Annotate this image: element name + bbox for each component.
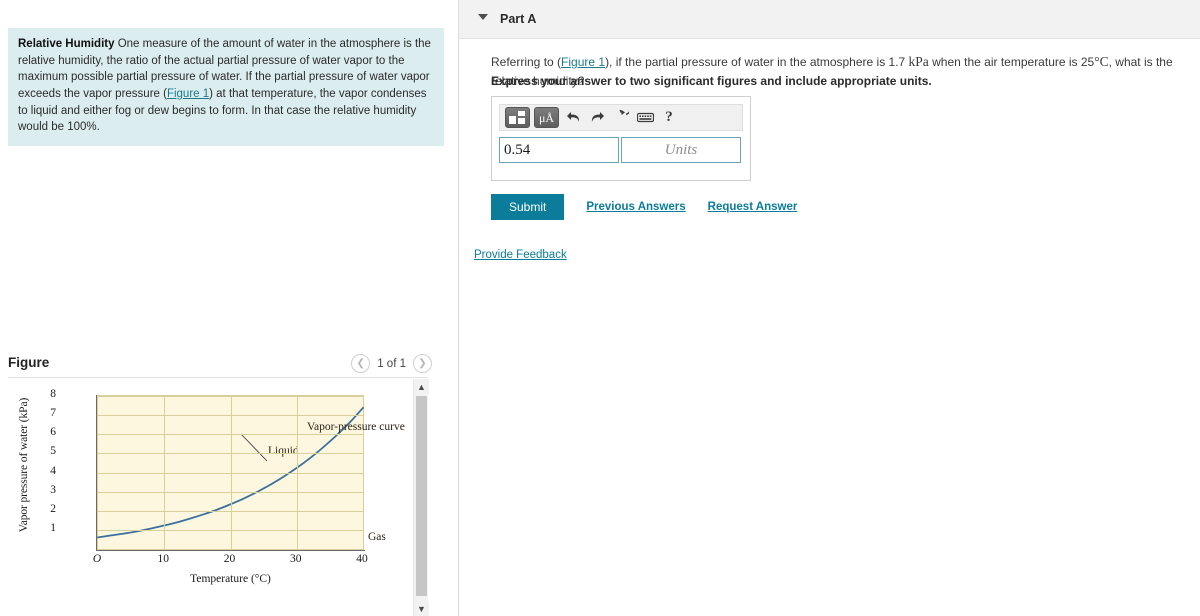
chart-x-tick-label: 40 [356, 553, 368, 565]
request-answer-link[interactable]: Request Answer [708, 201, 798, 213]
template-layout-icon[interactable] [505, 107, 530, 128]
figure-pager: ❮ 1 of 1 ❯ [351, 354, 432, 373]
intro-info-box: Relative Humidity One measure of the amo… [8, 28, 444, 147]
reset-circular-arrow-icon[interactable] [611, 107, 631, 128]
intro-term: Relative Humidity [18, 38, 115, 50]
chart-y-axis-line [96, 395, 97, 551]
scroll-down-icon[interactable]: ▼ [414, 601, 429, 616]
page-root: Relative Humidity One measure of the amo… [0, 0, 1200, 616]
chart-gridline-vertical [164, 396, 166, 549]
question-unit-celsius: °C [1094, 54, 1109, 69]
chart-y-tick-label: 2 [50, 502, 56, 515]
answer-widget: μÅ ? 0.54 Units [491, 96, 751, 181]
answer-units-input[interactable]: Units [621, 137, 741, 163]
left-pane: Relative Humidity One measure of the amo… [0, 0, 458, 616]
redo-arrow-icon[interactable] [587, 107, 607, 128]
answer-instruction: Express your answer to two significant f… [491, 74, 932, 88]
figure-panel-title: Figure [8, 355, 50, 370]
chart-plot-area: Liquid Gas Vapor-pressure curve [97, 395, 405, 550]
scroll-up-icon[interactable]: ▲ [414, 379, 429, 394]
figure-next-button[interactable]: ❯ [413, 354, 432, 373]
chart-y-tick-label: 5 [50, 445, 56, 458]
chart-y-tick-label: 7 [50, 407, 56, 420]
chart-gridline-vertical [296, 396, 298, 549]
chart-gridline-vertical [230, 396, 232, 549]
figure-counter: 1 of 1 [377, 357, 406, 370]
question-mark-icon[interactable]: ? [659, 107, 679, 128]
triangle-down-icon[interactable] [478, 14, 488, 20]
question-pre: Referring to ( [491, 55, 562, 69]
chart-y-tick-label: 3 [50, 483, 56, 496]
part-a-header[interactable]: Part A [459, 0, 1200, 39]
chart-x-tick-label: O [92, 553, 102, 565]
answer-value-input[interactable]: 0.54 [499, 137, 619, 163]
question-mid: ), if the partial pressure of water in t… [605, 55, 909, 69]
scrollbar-thumb[interactable] [416, 396, 427, 596]
chart-y-tick-label: 4 [50, 464, 56, 477]
action-row: Submit Previous Answers Request Answer [491, 194, 797, 220]
provide-feedback-link[interactable]: Provide Feedback [474, 249, 567, 261]
chart-annotation-curve-label: Vapor-pressure curve [307, 421, 405, 433]
figure-canvas: Vapor pressure of water (kPa) Liquid Gas… [0, 379, 424, 616]
submit-button[interactable]: Submit [491, 194, 565, 220]
answer-toolbar: μÅ ? [499, 104, 743, 131]
chart-x-tick-label: 10 [157, 553, 170, 565]
right-pane: Part A Referring to (Figure 1), if the p… [459, 0, 1200, 616]
chart-x-axis-line [96, 550, 365, 551]
chart-x-tick-label: 30 [290, 553, 302, 565]
keyboard-icon[interactable] [635, 107, 655, 128]
chart-y-tick-label: 1 [50, 521, 56, 534]
answer-field-row: 0.54 Units [499, 137, 741, 163]
chart-y-tick-label: 8 [50, 388, 56, 400]
vapor-pressure-chart: Vapor pressure of water (kPa) Liquid Gas… [0, 381, 420, 613]
chart-x-axis-label: Temperature (°C) [190, 573, 271, 585]
figure-1-link-question[interactable]: Figure 1 [561, 55, 605, 69]
figure-body: Vapor pressure of water (kPa) Liquid Gas… [0, 379, 440, 616]
part-title: Part A [500, 12, 537, 26]
figure-divider [8, 377, 428, 378]
figure-header: Figure ❮ 1 of 1 ❯ [8, 354, 444, 376]
question-unit-kpa: kPa [908, 54, 929, 69]
chart-y-tick-label: 6 [50, 426, 56, 439]
question-mid-2: when the air temperature is 25 [928, 55, 1095, 69]
chart-x-tick-label: 20 [223, 553, 236, 565]
previous-answers-link[interactable]: Previous Answers [586, 201, 685, 213]
figure-scrollbar[interactable]: ▲ ▼ [413, 379, 429, 616]
figure-1-link-intro[interactable]: Figure 1 [167, 88, 209, 100]
figure-prev-button[interactable]: ❮ [351, 354, 371, 373]
chart-annotation-gas: Gas [368, 531, 386, 543]
undo-arrow-icon[interactable] [563, 107, 583, 128]
micro-angstrom-units-icon[interactable]: μÅ [534, 107, 559, 128]
